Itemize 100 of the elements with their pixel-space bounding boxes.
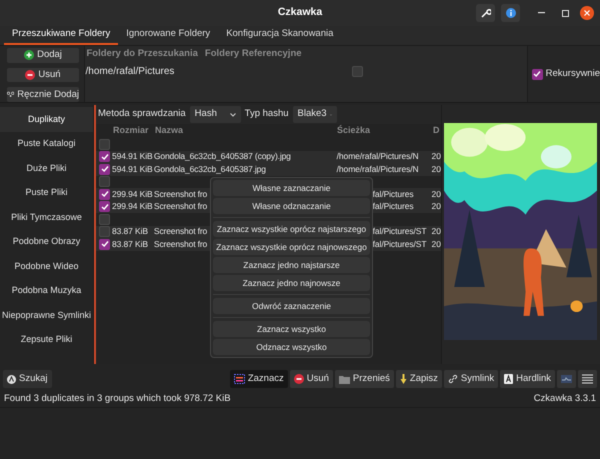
wrench-icon (480, 8, 490, 18)
menu-item[interactable]: Zaznacz wszystkie oprócz najnowszego (213, 239, 370, 255)
path-cell: fal/Pictures (372, 188, 414, 199)
arrow-down-icon (400, 374, 407, 384)
about-button[interactable] (501, 4, 520, 22)
link-icon (448, 374, 458, 384)
info-icon (506, 8, 516, 18)
menu-item[interactable]: Zaznacz wszystkie oprócz najstarszego (213, 221, 370, 237)
folder-button[interactable]: Dodaj (7, 48, 79, 63)
tab[interactable]: Konfiguracja Skanowania (218, 26, 342, 45)
menu-item[interactable]: Własne odznaczanie (213, 198, 370, 214)
menu-item[interactable]: Zaznacz jedno najnowsze (213, 275, 370, 291)
date-cell: 20 (432, 162, 441, 176)
selection-icon (234, 374, 245, 384)
folder-icon (338, 374, 350, 384)
document-icon (504, 374, 514, 384)
name-cell: Gondola_6c32cb_6405387 (copy).jpg (154, 151, 291, 162)
menu-item[interactable]: Odwróć zaznaczenie (213, 298, 370, 314)
checkbox[interactable] (99, 188, 110, 200)
sidebar-item[interactable]: Duplikaty (0, 107, 93, 132)
checkbox[interactable] (99, 164, 110, 175)
plus-icon (24, 50, 34, 60)
sidebar-item[interactable]: Zepsute Pliki (0, 328, 93, 352)
preview-button[interactable] (557, 370, 576, 388)
toolbar-button[interactable]: Przenieś (334, 370, 394, 388)
name-cell: Screenshot fro (154, 188, 208, 199)
checkbox[interactable] (99, 151, 110, 162)
checkbox[interactable] (99, 226, 110, 238)
sidebar-item[interactable]: Niepoprawne Symlinki (0, 303, 93, 328)
column-header: D (432, 124, 440, 138)
version-label: Czkawka 3.3.1 (534, 392, 596, 406)
column-header: Foldery Referencyjne (204, 47, 302, 61)
sidebar-item[interactable]: Pliki Tymczasowe (0, 205, 93, 230)
menu-item[interactable]: Własne zaznaczanie (213, 180, 370, 196)
toolbar-button[interactable]: Zapisz (396, 370, 442, 388)
column-header: Nazwa (154, 124, 184, 138)
minimize-icon (538, 12, 544, 14)
checkbox[interactable] (99, 201, 110, 212)
date-cell: 20 (432, 238, 441, 251)
checkbox-label: Rekursywnie (546, 66, 600, 81)
date-cell: 20 (432, 225, 441, 238)
minus-icon (25, 70, 36, 80)
path-cell: fal/Pictures/ST (372, 226, 426, 236)
size-cell: 594.91 KiB (112, 164, 153, 174)
name-cell: Screenshot fro (154, 201, 208, 212)
minus-icon (294, 374, 304, 384)
name-cell: Screenshot fro (154, 226, 208, 236)
size-cell: 83.87 KiB (112, 238, 148, 249)
sidebar-item[interactable]: Podobne Wideo (0, 254, 93, 278)
column-header: Rozmiar (112, 124, 150, 138)
column-header: Ścieżka (336, 124, 372, 138)
checkbox[interactable] (99, 214, 110, 225)
date-cell: 20 (432, 150, 441, 164)
menu-button[interactable] (578, 370, 597, 388)
menu-item[interactable]: Zaznacz jedno najstarsze (213, 257, 370, 273)
size-cell: 299.94 KiB (112, 201, 153, 212)
sidebar-item[interactable]: Duże Pliki (0, 156, 93, 180)
reference-checkbox[interactable] (352, 66, 362, 78)
menu-icon (582, 374, 593, 384)
settings-button[interactable] (476, 4, 495, 22)
size-cell: 83.87 KiB (112, 226, 148, 236)
checkbox[interactable] (99, 138, 110, 150)
sidebar-item[interactable]: Podobne Obrazy (0, 230, 93, 254)
option-label: Metoda sprawdzania (98, 107, 186, 122)
folder-button[interactable]: Ręcznie Dodaj (7, 87, 79, 102)
toolbar-button[interactable]: Hardlink (500, 370, 555, 388)
path-cell: /home/rafal/Pictures/N (336, 164, 419, 174)
close-button[interactable] (580, 6, 594, 20)
column-header: Foldery do Przeszukania (86, 47, 198, 61)
close-icon (584, 10, 590, 16)
checkbox[interactable] (99, 238, 110, 250)
checkbox[interactable] (99, 176, 110, 188)
name-cell: Gondola_6c32cb_6405387.jpg (154, 164, 266, 174)
chevron-down-icon (230, 112, 236, 116)
sidebar-item[interactable]: Puste Katalogi (0, 132, 93, 156)
sidebar-item[interactable]: Puste Pliki (0, 180, 93, 205)
toolbar-button[interactable]: Usuń (290, 370, 333, 388)
folder-button[interactable]: Usuń (7, 68, 79, 82)
toolbar-button[interactable]: Zaznacz (230, 370, 288, 388)
nodes-icon (7, 90, 14, 100)
recursive-checkbox[interactable] (532, 68, 543, 80)
size-cell: 299.94 KiB (112, 188, 153, 199)
sidebar-item[interactable]: Podobna Muzyka (0, 278, 93, 303)
maximize-icon (562, 10, 568, 16)
dropdown[interactable]: Hash (190, 106, 241, 123)
menu-item[interactable]: Zaznacz wszystko (213, 321, 370, 337)
image-icon (561, 375, 572, 383)
toolbar-button[interactable]: Symlink (444, 370, 498, 388)
dropdown[interactable]: Blake3 (292, 106, 337, 123)
path-cell: fal/Pictures (372, 201, 414, 212)
date-cell: 20 (432, 188, 441, 201)
folder-path: /home/rafal/Pictures (86, 65, 176, 80)
path-cell: fal/Pictures/ST (372, 238, 426, 249)
window-title: Czkawka (278, 5, 322, 20)
size-cell: 594.91 KiB (112, 151, 153, 162)
option-label: Typ hashu (244, 107, 289, 122)
tab[interactable]: Ignorowane Foldery (118, 26, 218, 45)
name-cell: Screenshot fro (154, 238, 208, 249)
menu-item[interactable]: Odznacz wszystko (213, 339, 370, 355)
search-button[interactable]: Szukaj (3, 370, 52, 388)
